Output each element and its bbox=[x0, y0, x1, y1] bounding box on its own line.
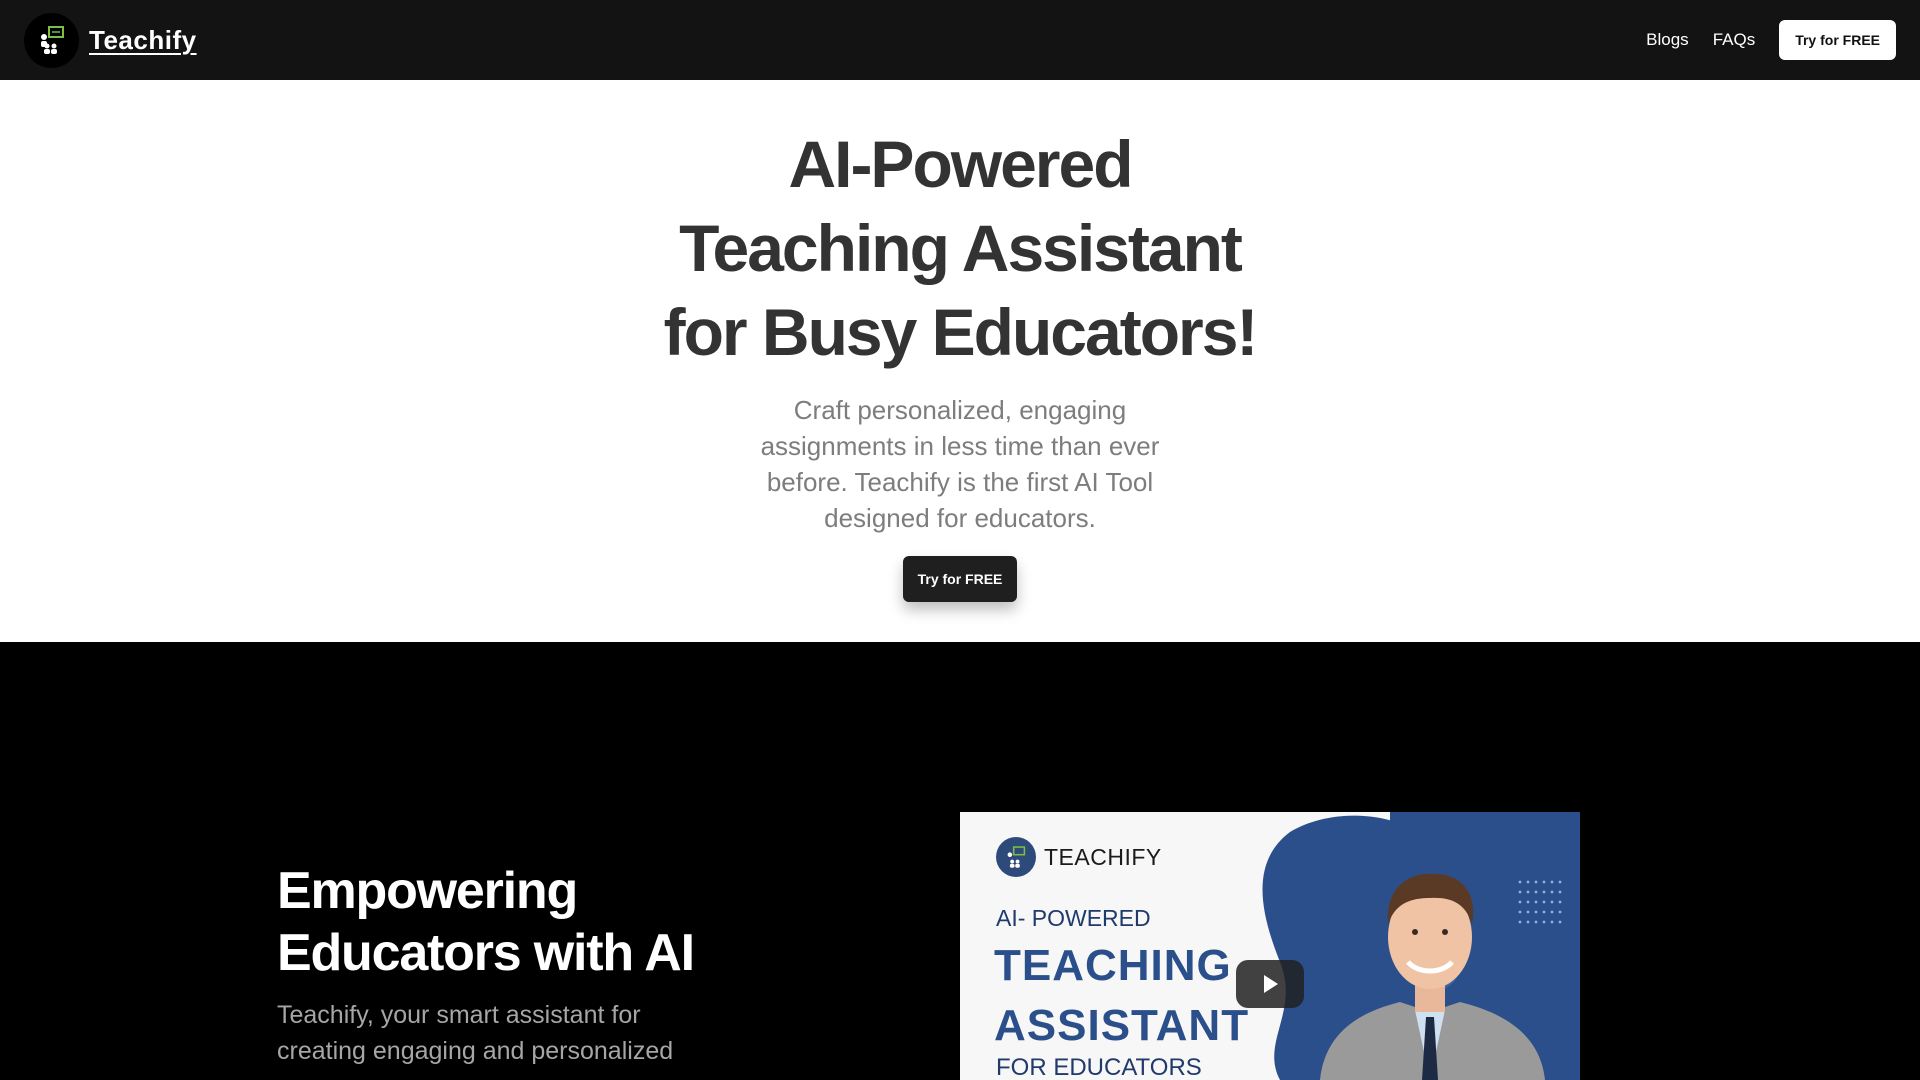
nav-link-blogs[interactable]: Blogs bbox=[1646, 30, 1689, 50]
brand-name: Teachify bbox=[89, 24, 197, 55]
thumbnail-line-3: FOR EDUCATORS bbox=[996, 1054, 1202, 1080]
video-thumbnail[interactable]: TEACHIFY AI- POWERED TEACHING ASSISTANT … bbox=[960, 812, 1580, 1080]
hero-title: AI-Powered Teaching Assistant for Busy E… bbox=[560, 122, 1360, 374]
play-button[interactable] bbox=[1236, 960, 1304, 1008]
hero-title-line: AI-Powered bbox=[788, 127, 1133, 201]
brand-link[interactable]: Teachify bbox=[24, 12, 197, 68]
play-icon bbox=[1264, 975, 1278, 993]
feature-section: Empowering Educators with AI Teachify, y… bbox=[0, 642, 1920, 1080]
feature-title: Empowering Educators with AI bbox=[277, 860, 777, 984]
thumbnail-brand: TEACHIFY bbox=[1044, 843, 1162, 870]
feature-title-line: Educators with AI bbox=[277, 924, 695, 982]
thumbnail-line-2a: TEACHING bbox=[994, 941, 1232, 990]
thumbnail-line-1: AI- POWERED bbox=[996, 905, 1151, 931]
teachify-logo-icon bbox=[996, 837, 1036, 877]
nav-try-free-button[interactable]: Try for FREE bbox=[1779, 20, 1896, 60]
hero-title-line: Teaching Assistant bbox=[679, 211, 1243, 285]
thumbnail-brand-row: TEACHIFY bbox=[996, 837, 1162, 877]
top-nav: Teachify Blogs FAQs Try for FREE bbox=[0, 0, 1920, 80]
nav-link-faqs[interactable]: FAQs bbox=[1713, 30, 1756, 50]
teachify-logo-icon bbox=[24, 12, 79, 68]
thumbnail-line-2: TEACHING ASSISTANT bbox=[994, 936, 1249, 1056]
hero-section: AI-Powered Teaching Assistant for Busy E… bbox=[0, 80, 1920, 642]
hero-try-free-button[interactable]: Try for FREE bbox=[903, 556, 1017, 602]
hero-subtitle: Craft personalized, engaging assignments… bbox=[760, 395, 1160, 533]
feature-description: Teachify, your smart assistant for creat… bbox=[277, 1001, 674, 1065]
thumbnail-line-2b: ASSISTANT bbox=[994, 1001, 1250, 1050]
feature-title-line: Empowering bbox=[277, 862, 578, 920]
hero-title-line: for Busy Educators! bbox=[663, 295, 1259, 369]
nav-links: Blogs FAQs Try for FREE bbox=[1646, 20, 1896, 60]
